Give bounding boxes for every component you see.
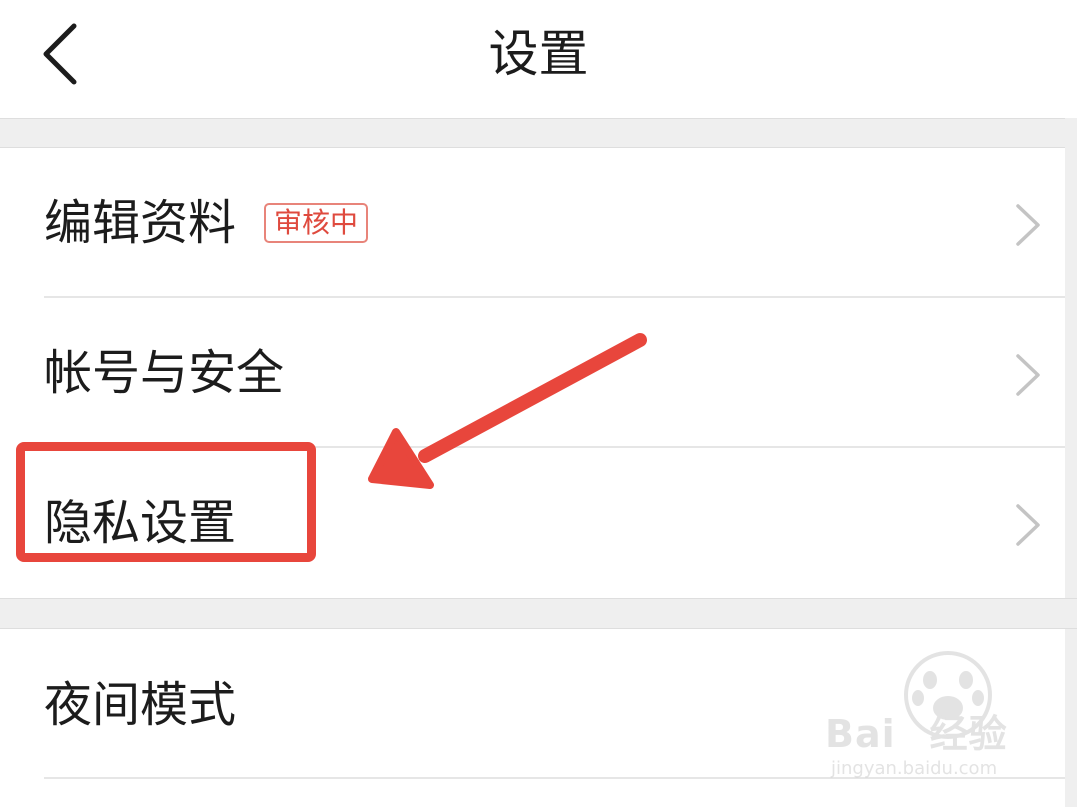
chevron-right-icon <box>1016 354 1040 396</box>
settings-row-edit-profile[interactable]: 编辑资料 审核中 <box>0 148 1065 298</box>
page-title: 设置 <box>488 25 589 83</box>
review-status-badge: 审核中 <box>264 203 369 243</box>
section-gap <box>0 598 1077 629</box>
watermark-brand-right: 经验 <box>929 712 1008 756</box>
chevron-right-icon <box>1016 204 1040 246</box>
section-gap <box>0 118 1077 148</box>
settings-row-account-security[interactable]: 帐号与安全 <box>0 298 1065 448</box>
navigation-bar: 设置 <box>0 0 1077 118</box>
settings-row-label: 帐号与安全 <box>44 345 285 401</box>
watermark-brand: Bai 经验 <box>825 712 1008 756</box>
watermark-brand-left: Bai <box>825 712 896 756</box>
watermark: Bai 经验 jingyan.baidu.com <box>825 650 1055 790</box>
right-edge-gutter <box>1065 118 1077 807</box>
watermark-url: jingyan.baidu.com <box>831 758 998 779</box>
highlight-box <box>16 442 316 562</box>
settings-row-label: 夜间模式 <box>44 677 237 733</box>
settings-row-label: 编辑资料 <box>44 195 237 251</box>
chevron-right-icon <box>1016 504 1040 546</box>
